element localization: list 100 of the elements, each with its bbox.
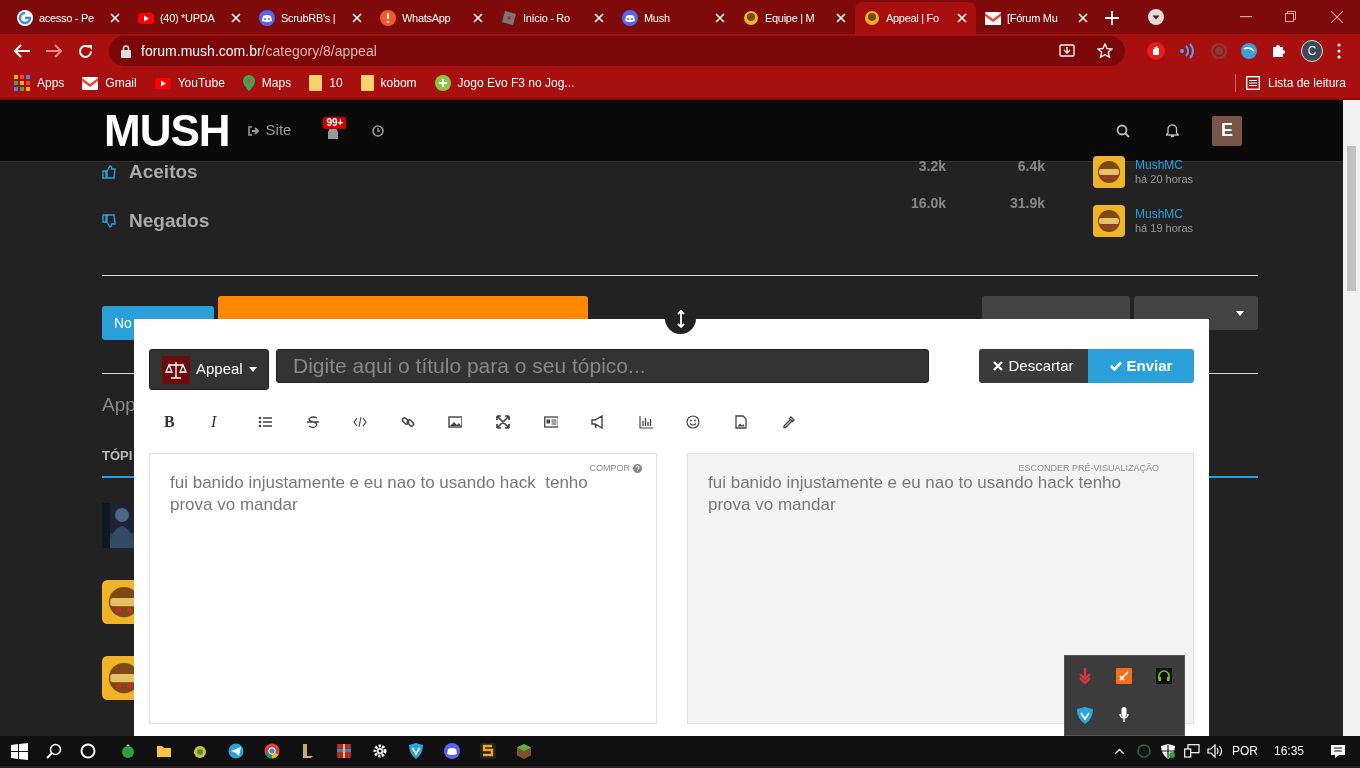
- minimize-icon[interactable]: [1240, 16, 1252, 18]
- hand-icon[interactable]: [1147, 42, 1165, 60]
- microphone-icon[interactable]: [1119, 707, 1130, 723]
- bookmark[interactable]: Jogo Evo F3 no Jog...: [434, 74, 575, 92]
- security-shield-icon[interactable]: [1160, 743, 1175, 759]
- close-icon[interactable]: [957, 13, 967, 23]
- shield-icon[interactable]: [408, 743, 424, 759]
- folder-icon[interactable]: [156, 743, 172, 759]
- scrollbar[interactable]: [1343, 100, 1360, 736]
- reading-list-button[interactable]: Lista de leitura: [1234, 74, 1346, 92]
- discard-button[interactable]: Descartar: [979, 349, 1088, 383]
- id-card-icon[interactable]: [543, 415, 558, 429]
- browser-tab[interactable]: Início - Ro: [492, 2, 613, 34]
- post-body-field[interactable]: COMPOR fui banido injustamente e eu nao to usando hack tenho prova vo mandar: [149, 453, 657, 724]
- chevron-up-icon[interactable]: [1113, 747, 1125, 755]
- close-icon[interactable]: [836, 13, 846, 23]
- username-link[interactable]: MushMC: [1135, 207, 1194, 221]
- language-indicator[interactable]: POR: [1231, 742, 1258, 760]
- bar-chart-icon[interactable]: [638, 415, 653, 429]
- bookmark[interactable]: Gmail: [82, 74, 137, 92]
- reload-icon[interactable]: [78, 43, 93, 59]
- title-input[interactable]: Digite aqui o título para o seu tópico...: [276, 349, 929, 383]
- expand-icon[interactable]: [495, 415, 510, 429]
- app-tile-icon[interactable]: [1116, 667, 1133, 684]
- close-icon: [993, 361, 1004, 371]
- code-icon[interactable]: [353, 415, 368, 429]
- volume-icon[interactable]: [1206, 744, 1223, 758]
- tab-title: (40) *UPDA: [160, 10, 216, 26]
- browser-tab[interactable]: acesso - Pe: [8, 2, 129, 34]
- topics-tab[interactable]: TÓPI: [102, 446, 133, 464]
- search-icon[interactable]: [46, 743, 62, 759]
- category-name[interactable]: Negados: [129, 206, 429, 236]
- bookmark[interactable]: 10: [309, 74, 343, 92]
- browser-tab[interactable]: (40) *UPDA: [129, 2, 250, 34]
- strikethrough-icon[interactable]: [305, 415, 320, 429]
- start-icon[interactable]: [11, 742, 28, 760]
- globe-icon[interactable]: [1241, 43, 1257, 59]
- image-file-icon[interactable]: [733, 415, 748, 429]
- bell-icon[interactable]: [1166, 123, 1179, 138]
- forward-icon[interactable]: [46, 44, 62, 58]
- image-icon[interactable]: [448, 415, 463, 429]
- inbox-icon[interactable]: [327, 127, 340, 139]
- scrollbar-thumb[interactable]: [1347, 146, 1356, 291]
- mascot-avatar: [1093, 156, 1125, 188]
- headset-icon[interactable]: [1156, 667, 1173, 684]
- notifications-icon[interactable]: [1330, 743, 1346, 759]
- paper-plane-icon[interactable]: [228, 743, 244, 759]
- close-icon[interactable]: [110, 13, 120, 23]
- bookmark[interactable]: kobom: [360, 74, 417, 92]
- puzzle-icon[interactable]: [1271, 43, 1287, 59]
- username-link[interactable]: MushMC: [1135, 158, 1194, 172]
- browser-tab[interactable]: Equipe | M: [734, 2, 855, 34]
- grass-block-icon[interactable]: [516, 743, 532, 759]
- close-icon[interactable]: [231, 13, 241, 23]
- bookmark[interactable]: Apps: [14, 74, 65, 92]
- close-icon[interactable]: [594, 13, 604, 23]
- close-window-icon[interactable]: [1331, 11, 1343, 23]
- bold-button[interactable]: B: [164, 410, 211, 434]
- eyedropper-icon[interactable]: [781, 415, 796, 429]
- italic-button[interactable]: I: [211, 410, 258, 434]
- bookmark[interactable]: YouTube: [154, 74, 225, 92]
- help-icon[interactable]: [633, 464, 642, 474]
- close-icon[interactable]: [473, 13, 483, 23]
- search-icon[interactable]: [1116, 123, 1130, 138]
- address-bar[interactable]: forum.mush.com.br/category/8/appeal: [109, 36, 1125, 66]
- browser-tab[interactable]: ScrubRB's |: [250, 2, 371, 34]
- smiley-icon[interactable]: [686, 415, 701, 429]
- browser-tab[interactable]: Mush: [613, 2, 734, 34]
- new-tab-icon[interactable]: [1105, 11, 1119, 25]
- browser-tab[interactable]: [Fórum Mu: [976, 2, 1097, 34]
- profile-avatar[interactable]: C: [1301, 40, 1323, 62]
- site-logo[interactable]: MUSH: [104, 108, 230, 153]
- star-icon[interactable]: [1097, 43, 1113, 59]
- bookmark[interactable]: Maps: [242, 74, 292, 92]
- close-icon[interactable]: [715, 13, 725, 23]
- gear-icon[interactable]: [372, 743, 388, 759]
- list-icon[interactable]: [258, 415, 272, 429]
- back-icon[interactable]: [14, 44, 30, 58]
- install-icon[interactable]: [1059, 43, 1075, 59]
- browser-tab[interactable]: Appeal | Fo: [855, 2, 976, 34]
- archive-icon[interactable]: [336, 743, 352, 759]
- site-link[interactable]: Site: [247, 119, 292, 142]
- clock-icon[interactable]: [372, 124, 385, 137]
- shield-icon[interactable]: [1076, 706, 1093, 724]
- circle-status-icon[interactable]: [1136, 744, 1151, 758]
- more-icon[interactable]: [1337, 43, 1341, 59]
- link-icon[interactable]: [400, 415, 415, 429]
- s-logo-icon[interactable]: [480, 743, 496, 759]
- category-dropdown[interactable]: Appeal: [149, 349, 269, 390]
- network-icon[interactable]: [1183, 744, 1200, 758]
- close-icon[interactable]: [1078, 13, 1088, 23]
- restore-icon[interactable]: [1285, 11, 1296, 22]
- close-icon[interactable]: [352, 13, 362, 23]
- signal-waves-icon[interactable]: [1179, 43, 1197, 59]
- clock-text[interactable]: 16:35: [1273, 742, 1304, 760]
- category-name[interactable]: Aceitos: [129, 157, 429, 187]
- megaphone-icon[interactable]: [591, 415, 606, 429]
- tab-search-icon[interactable]: [1148, 9, 1164, 25]
- browser-tab[interactable]: WhatsApp: [371, 2, 492, 34]
- user-avatar[interactable]: E: [1212, 115, 1242, 146]
